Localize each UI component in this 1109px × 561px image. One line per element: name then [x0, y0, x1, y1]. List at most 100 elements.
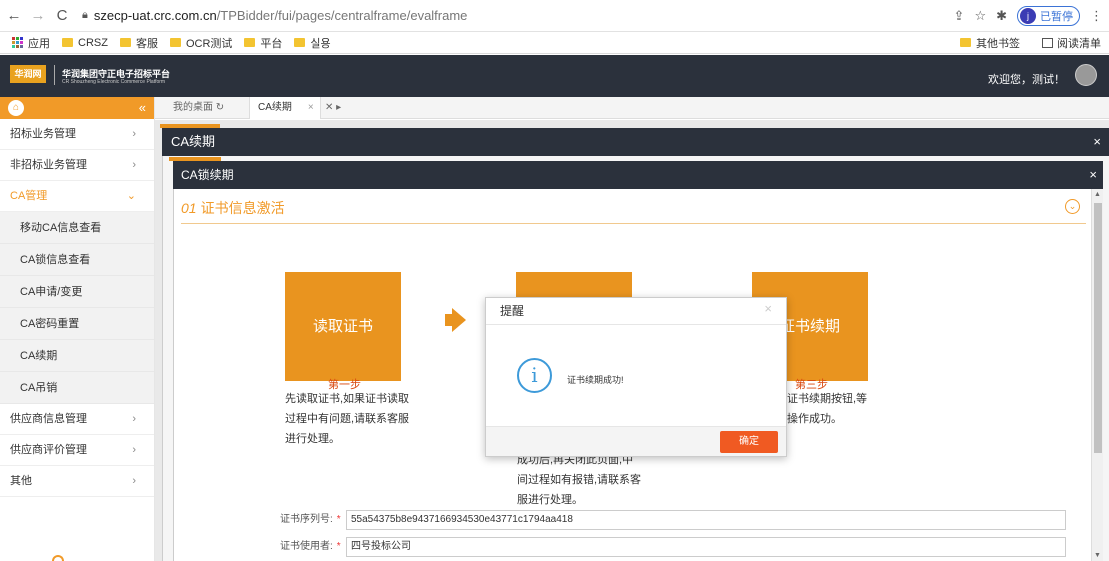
logo: 华润网 [10, 65, 46, 83]
tab-scroll-right-icon[interactable]: ▸ [336, 102, 341, 113]
sidebar-item-label: 其他 [10, 475, 32, 487]
back-icon[interactable]: ← [4, 7, 24, 24]
tab-label: 我的桌面 [173, 102, 213, 113]
bookmark-practical[interactable]: 실용 [294, 35, 331, 51]
url-host: szecp-uat.crc.com.cn [93, 8, 217, 23]
ok-button[interactable]: 确定 [720, 431, 778, 453]
logo-subtitle: CR Shouzheng Electronic Commerce Platfor… [62, 79, 166, 85]
outer-modal-title: CA续期 [171, 134, 216, 149]
read-cert-button[interactable]: 读取证书 [285, 272, 401, 381]
lock-icon: 🔒︎ [82, 9, 88, 21]
home-icon[interactable]: ⌂ [8, 100, 24, 116]
scrollbar[interactable]: ▲ ▼ [1091, 189, 1103, 561]
folder-icon [62, 38, 73, 47]
bookmarks-bar: 应用 CRSZ 客服 OCR测试 平台 실용 其他书签 阅读清单 [0, 32, 1109, 54]
chevron-down-icon: ⌄ [126, 190, 136, 202]
sidebar: ⌂ « 招标业务管理 › 非招标业务管理 › CA管理 ⌄ 移动CA信息查看 CA锁信… [0, 97, 155, 561]
close-all-tabs-icon[interactable]: ✕ [325, 102, 333, 113]
close-icon[interactable]: × [1089, 161, 1097, 189]
sidebar-subitem-ca-revoke[interactable]: CA吊销 [0, 372, 154, 404]
required-marker: * [336, 541, 341, 552]
star-icon[interactable]: ☆ [974, 8, 986, 24]
browser-actions: ⇪ ☆ ✱ j 已暂停 ⋮ [954, 6, 1103, 26]
browser-toolbar: ← → C 🔒︎ szecp-uat.crc.com.cn/TPBidder/f… [0, 0, 1109, 32]
bookmark-label: 平台 [260, 37, 283, 50]
extensions-icon[interactable]: ✱ [996, 8, 1007, 24]
share-icon[interactable]: ⇪ [954, 8, 965, 24]
step-desc-line: 服进行处理。 [517, 494, 583, 506]
dialog-message: 证书续期成功! [567, 375, 624, 385]
sidebar-item-label: 供应商信息管理 [10, 413, 87, 425]
chevron-right-icon: › [132, 128, 136, 140]
refresh-icon[interactable]: ↻ [216, 102, 224, 113]
address-bar[interactable]: szecp-uat.crc.com.cn/TPBidder/fui/pages/… [94, 8, 468, 23]
scroll-up-icon[interactable]: ▲ [1094, 191, 1101, 198]
cert-serial-row: 证书序列号: * 55a54375b8e9437166934530e43771c1… [280, 510, 1066, 530]
welcome-text: 欢迎您，测试！ [988, 74, 1065, 86]
sidebar-item-supplier-info[interactable]: 供应商信息管理 › [0, 404, 154, 435]
sidebar-item-label: CA管理 [10, 190, 48, 202]
tab-ca-renew[interactable]: CA续期 × [249, 97, 321, 119]
apps-icon [12, 37, 23, 48]
section-number: 01 [181, 200, 197, 216]
chevron-right-icon: › [132, 159, 136, 171]
bookmark-crsz[interactable]: CRSZ [62, 37, 108, 49]
sidebar-item-bidding[interactable]: 招标业务管理 › [0, 119, 154, 150]
close-icon[interactable]: × [764, 301, 772, 316]
bookmark-other[interactable]: 其他书签 [960, 35, 1020, 51]
cert-user-label: 证书使用者: [280, 541, 333, 552]
step-two-desc: 成功后,再关闭此页面,中 间过程如有报错,请联系客 服进行处理。 [517, 450, 641, 510]
sidebar-item-supplier-eval[interactable]: 供应商评价管理 › [0, 435, 154, 466]
sidebar-item-label: 供应商评价管理 [10, 444, 87, 456]
cert-serial-field[interactable]: 55a54375b8e9437166934530e43771c1794aa418 [346, 510, 1066, 530]
bookmark-label: CRSZ [78, 36, 108, 49]
reload-icon[interactable]: C [52, 7, 72, 24]
chevron-right-icon: › [132, 413, 136, 425]
tab-strip: 我的桌面 ↻ CA续期 × ✕ ▸ [155, 97, 1109, 119]
tab-close-icon[interactable]: × [308, 102, 314, 113]
bookmark-ocr[interactable]: OCR测试 [169, 35, 233, 51]
close-icon[interactable]: × [1093, 128, 1101, 156]
step-desc-line: 进行处理。 [285, 433, 340, 445]
step-desc-line: 操作成功。 [787, 413, 842, 425]
bookmark-platform[interactable]: 平台 [244, 35, 282, 51]
logo-divider [54, 65, 55, 85]
menu-icon[interactable]: ⋮ [1090, 8, 1103, 24]
sidebar-subitem-ca-password[interactable]: CA密码重置 [0, 308, 154, 340]
info-icon: i [517, 358, 552, 393]
alert-dialog: 提醒 × i 证书续期成功! 确定 [485, 297, 787, 457]
scroll-down-icon[interactable]: ▼ [1094, 552, 1101, 559]
sidebar-subitem-ca-renew[interactable]: CA续期 [0, 340, 154, 372]
bookmark-apps[interactable]: 应用 [12, 35, 50, 51]
reading-list-icon [1042, 37, 1053, 48]
profile-button[interactable]: j 已暂停 [1017, 6, 1080, 26]
sidebar-item-ca[interactable]: CA管理 ⌄ [0, 181, 154, 212]
sidebar-item-other[interactable]: 其他 › [0, 466, 154, 497]
sidebar-subitem-ca-apply[interactable]: CA申请/变更 [0, 276, 154, 308]
cert-user-row: 证书使用者: * 四号投标公司 [280, 537, 1066, 557]
step-desc-line: 先读取证书,如果证书读取 [285, 393, 410, 405]
sidebar-subitem-ca-lock[interactable]: CA锁信息查看 [0, 244, 154, 276]
avatar[interactable] [1075, 64, 1097, 86]
url-path: /TPBidder/fui/pages/centralframe/evalfra… [216, 8, 468, 23]
tab-desktop[interactable]: 我的桌面 ↻ [173, 97, 224, 119]
reading-list[interactable]: 阅读清单 [1042, 35, 1101, 51]
forward-icon[interactable]: → [28, 7, 48, 24]
sidebar-subitem-mobile-ca[interactable]: 移动CA信息查看 [0, 212, 154, 244]
outer-modal-header: CA续期 × [162, 128, 1109, 156]
chevron-right-icon: › [132, 444, 136, 456]
sidebar-footer-icon[interactable] [52, 555, 64, 561]
folder-icon [244, 38, 256, 47]
bookmark-kefu[interactable]: 客服 [119, 35, 158, 51]
profile-avatar: j [1020, 8, 1036, 24]
bookmark-label: OCR测试 [185, 37, 233, 50]
scroll-thumb[interactable] [1094, 203, 1102, 453]
profile-status: 已暂停 [1040, 11, 1073, 23]
sidebar-item-nonbidding[interactable]: 非招标业务管理 › [0, 150, 154, 181]
collapse-sidebar-icon[interactable]: « [139, 100, 146, 115]
folder-icon [294, 38, 306, 47]
bookmark-label: 应用 [28, 37, 50, 50]
chevron-down-icon[interactable]: ⌄ [1065, 199, 1080, 214]
step-one-desc: 先读取证书,如果证书读取 过程中有问题,请联系客服 进行处理。 [285, 389, 409, 449]
cert-user-field[interactable]: 四号投标公司 [346, 537, 1066, 557]
